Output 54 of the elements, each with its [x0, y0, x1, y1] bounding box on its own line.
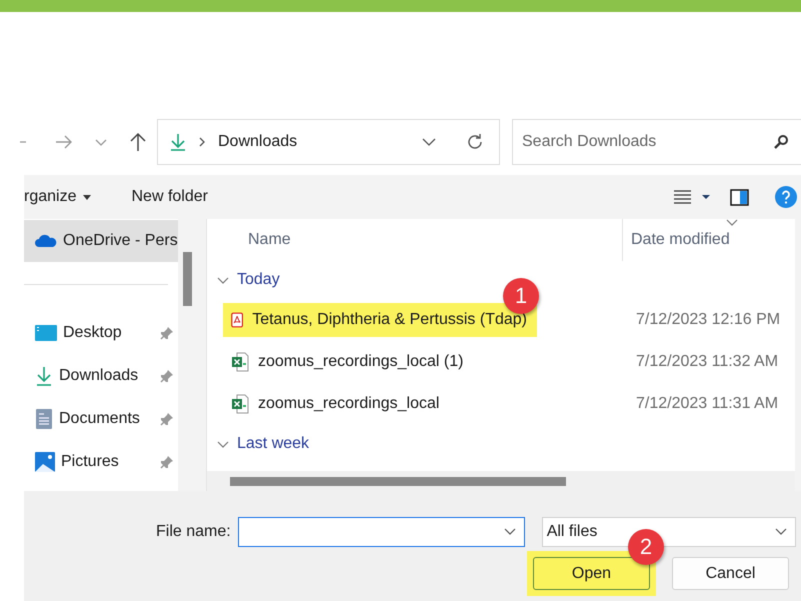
- chevron-down-icon[interactable]: [421, 137, 437, 147]
- sidebar-item[interactable]: OneDrive - Pers: [24, 220, 178, 262]
- date-cell: 7/12/2023 11:31 AM: [636, 395, 778, 413]
- spreadsheet-icon: [231, 352, 249, 372]
- column-header[interactable]: Date modified: [622, 219, 730, 261]
- chevron-down-icon[interactable]: [504, 528, 516, 536]
- view-options-icon[interactable]: [674, 189, 710, 205]
- sidebar-item[interactable]: Downloads: [24, 354, 178, 397]
- group-header[interactable]: Last week: [207, 425, 310, 463]
- file-name: Tetanus, Diphtheria & Pertussis (Tdap): [252, 311, 527, 329]
- cloud-icon: [35, 234, 57, 248]
- chevron-down-icon: [774, 528, 787, 536]
- address-bar[interactable]: Downloads: [157, 119, 500, 165]
- file-name-cell[interactable]: zoomus_recordings_local: [223, 387, 537, 421]
- desktop-icon: [35, 324, 57, 342]
- search-field[interactable]: Search Downloads: [512, 119, 801, 165]
- chevron-right-icon: [198, 137, 206, 147]
- sidebar-label: OneDrive - Pers: [63, 232, 178, 250]
- step-badge: 1: [503, 278, 539, 314]
- sidebar-item[interactable]: Pictures: [24, 440, 178, 483]
- group-header[interactable]: Today: [207, 261, 280, 299]
- dialog-button[interactable]: Cancel: [672, 557, 789, 590]
- file-name-label: File name:: [156, 523, 231, 541]
- document-icon: [35, 408, 53, 430]
- sidebar-label: Desktop: [63, 324, 123, 342]
- new-folder-button[interactable]: New folder: [131, 184, 208, 210]
- breadcrumb-item[interactable]: Downloads: [218, 133, 298, 151]
- download-icon: [35, 366, 53, 386]
- column-header[interactable]: Name: [248, 231, 622, 249]
- download-icon: [170, 133, 186, 151]
- pdf-icon: [231, 310, 244, 330]
- caret-icon: [83, 194, 92, 200]
- sidebar-item[interactable]: Desktop: [24, 311, 178, 354]
- pictures-icon: [35, 452, 55, 472]
- file-name: zoomus_recordings_local: [258, 395, 440, 413]
- date-cell: 7/12/2023 11:32 AM: [636, 353, 778, 371]
- spreadsheet-icon: [231, 394, 249, 414]
- sidebar-label: Documents: [59, 410, 141, 428]
- dialog-button[interactable]: Open: [533, 557, 650, 590]
- search-icon[interactable]: [773, 134, 789, 150]
- organize-button[interactable]: rganize: [24, 184, 92, 210]
- forward-arrow-icon[interactable]: [54, 134, 74, 150]
- up-arrow-icon[interactable]: [128, 132, 148, 152]
- sidebar-label: Downloads: [59, 366, 140, 384]
- preview-pane-icon[interactable]: [730, 188, 749, 206]
- help-icon[interactable]: [775, 186, 797, 208]
- sort-chevron-icon: [726, 219, 738, 226]
- sidebar-item[interactable]: Documents: [24, 397, 178, 440]
- date-cell: 7/12/2023 12:16 PM: [636, 311, 780, 329]
- file-name-field[interactable]: [238, 517, 525, 547]
- file-name-cell[interactable]: zoomus_recordings_local (1): [223, 345, 537, 379]
- sidebar-label: Pictures: [61, 452, 120, 470]
- file-name-cell[interactable]: Tetanus, Diphtheria & Pertussis (Tdap): [223, 303, 537, 337]
- file-name: zoomus_recordings_local (1): [258, 353, 464, 371]
